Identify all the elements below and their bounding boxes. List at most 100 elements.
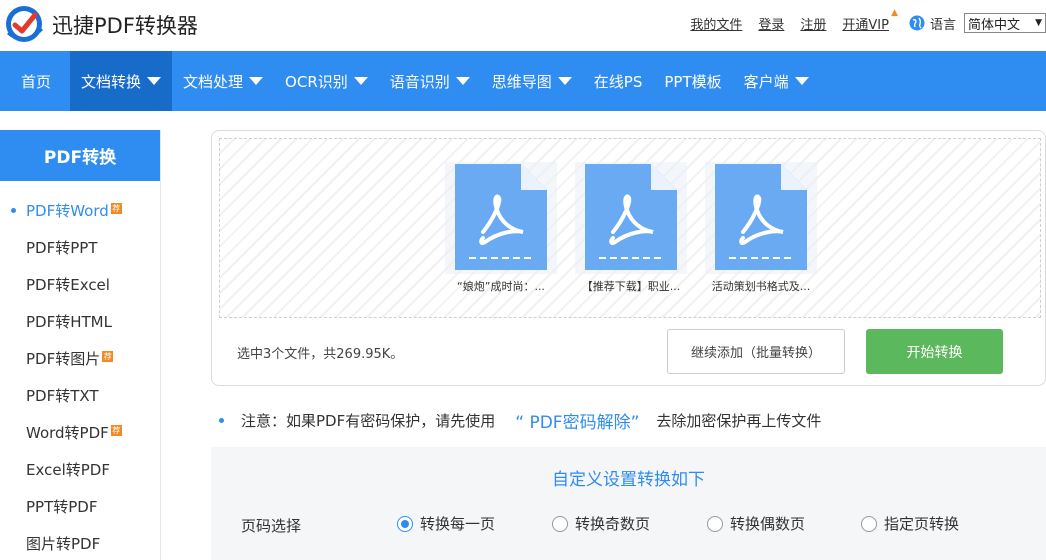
sidebar-item[interactable]: Word转PDF 荐 [0,414,160,451]
radio-specified-pages[interactable]: 指定页转换 [861,513,959,534]
vip-link-label: 开通VIP [842,17,889,33]
nav-item-label: 首页 [21,72,52,91]
radio-circle-icon [707,515,723,532]
sidebar-item[interactable]: Excel转PDF [0,451,160,488]
file-item[interactable]: 活动策划书格式及... [705,162,817,300]
sidebar-item[interactable]: 图片转PDF [0,525,160,560]
hot-badge-icon: 荐 [110,425,122,436]
sidebar-item-label: PDF转Word [26,202,109,220]
file-name: 【推荐下载】职业... [581,280,681,293]
nav-item-ppt-template[interactable]: PPT模板 [653,51,732,111]
radio-label: 转换每一页 [420,515,496,533]
sidebar: PDF转换 PDF转Word 荐 PDF转PPT PDF转Excel PDF转HTML P… [0,130,161,560]
sidebar-item-label: PDF转图片 [26,350,101,368]
hot-badge-icon: 荐 [102,351,114,362]
file-drop-zone[interactable]: “娘炮”成时尚：... 【推荐下载】职业... 活动策划书格式及... [219,138,1041,318]
radio-label: 指定页转换 [884,515,960,533]
caret-down-icon [794,77,809,85]
my-files-link[interactable]: 我的文件 [690,14,742,33]
nav-item-home[interactable]: 首页 [0,51,70,111]
caret-down-icon [353,77,368,85]
sidebar-item-label: PDF转HTML [26,313,112,331]
notice-prefix: 注意：如果PDF有密码保护，请先使用 [241,411,496,430]
radio-every-page[interactable]: 转换每一页 [397,513,495,534]
nav-item-label: 在线PS [593,72,643,91]
upload-panel: “娘炮”成时尚：... 【推荐下载】职业... 活动策划书格式及... 选中3个文件… [211,130,1046,386]
notice-suffix: 去除加密保护再上传文件 [656,411,822,430]
nav-item-label: OCR识别 [285,72,348,91]
radio-circle-icon [397,515,413,532]
selection-status: 选中3个文件，共269.95K。 [237,347,404,362]
sidebar-item[interactable]: PDF转图片荐 [0,340,160,377]
nav-item-online-ps[interactable]: 在线PS [583,51,654,111]
top-header: 迅捷PDF转换器 我的文件 登录 注册 开通VIP ▲ 语言 简体中文 ▼ [0,0,1046,50]
sidebar-item-label: Word转PDF [26,424,109,442]
register-link[interactable]: 注册 [800,14,826,33]
radio-even-pages[interactable]: 转换偶数页 [707,513,805,534]
sidebar-item-label: PDF转TXT [26,387,99,405]
language-select-value: 简体中文 [968,17,1021,33]
caret-down-icon [557,77,572,85]
pdf-unlock-link[interactable]: “ PDF密码解除” [515,408,639,433]
vip-link[interactable]: 开通VIP ▲ [842,8,898,33]
file-name: 活动策划书格式及... [711,280,811,293]
password-notice: 注意：如果PDF有密码保护，请先使用 “ PDF密码解除” 去除加密保护再上传文… [219,408,822,433]
caret-down-icon [249,77,264,85]
globe-icon [909,15,925,31]
file-item[interactable]: 【推荐下载】职业... [575,162,687,300]
dropdown-arrow-icon: ▼ [1035,18,1042,28]
pdf-file-icon [575,162,687,274]
active-dot [11,208,16,213]
bullet-dot [219,417,224,423]
caret-down-icon [455,77,470,85]
nav-item-ocr[interactable]: OCR识别 [274,51,379,111]
sidebar-title: PDF转换 [0,130,160,181]
custom-settings: 自定义设置转换如下 页码选择 转换每一页 转换奇数页 转换偶数页 指定页转换 [211,447,1046,560]
file-name: “娘炮”成时尚：... [457,280,545,293]
radio-circle-icon [861,515,877,532]
nav-item-label: 客户端 [743,72,789,91]
sidebar-item[interactable]: PPT转PDF [0,488,160,525]
caret-down-icon [147,77,162,85]
radio-label: 转换奇数页 [575,515,651,533]
nav-item-label: 文档转换 [81,72,142,91]
language-label: 语言 [929,17,956,33]
nav-item-label: PPT模板 [664,72,722,91]
language-select[interactable]: 简体中文 ▼ [964,13,1046,33]
sidebar-list: PDF转Word 荐 PDF转PPT PDF转Excel PDF转HTML PDF转图片荐… [0,181,160,560]
page-select-label: 页码选择 [241,517,302,535]
sidebar-item-label: PDF转PPT [26,239,98,257]
radio-label: 转换偶数页 [730,515,806,533]
sidebar-item-label: 图片转PDF [26,535,101,553]
nav-item-label: 语音识别 [389,72,450,91]
nav-item-document-process[interactable]: 文档处理 [172,51,274,111]
app-brand-title: 迅捷PDF转换器 [52,14,198,38]
sidebar-item[interactable]: PDF转PPT [0,229,160,266]
sidebar-item[interactable]: PDF转Word 荐 [0,192,160,229]
nav-item-client[interactable]: 客户端 [733,51,820,111]
radio-circle-icon [552,515,568,532]
sidebar-item[interactable]: PDF转HTML [0,303,160,340]
nav-item-label: 思维导图 [491,72,552,91]
sidebar-item-label: Excel转PDF [26,461,110,479]
file-item[interactable]: “娘炮”成时尚：... [445,162,557,300]
pdf-file-icon [445,162,557,274]
nav-item-speech[interactable]: 语音识别 [379,51,481,111]
hot-badge-icon: 荐 [110,203,122,214]
app-logo-icon [6,6,44,42]
start-convert-button[interactable]: 开始转换 [866,329,1003,374]
top-links: 我的文件 登录 注册 开通VIP ▲ 语言 简体中文 ▼ [690,8,1046,34]
continue-add-button[interactable]: 继续添加（批量转换） [667,329,845,374]
nav-item-document-convert[interactable]: 文档转换 [70,51,173,111]
settings-title: 自定义设置转换如下 [552,470,705,490]
sidebar-item-label: PDF转Excel [26,276,110,294]
sidebar-item[interactable]: PDF转Excel [0,266,160,303]
radio-odd-pages[interactable]: 转换奇数页 [552,513,650,534]
main-nav: 首页 文档转换 文档处理 OCR识别 语音识别 思维导图 在线PS PPT模板 客户端 [0,51,1046,111]
login-link[interactable]: 登录 [758,14,784,33]
pdf-file-icon [705,162,817,274]
sidebar-item[interactable]: PDF转TXT [0,377,160,414]
nav-item-label: 文档处理 [183,72,244,91]
nav-item-mind-map[interactable]: 思维导图 [481,51,583,111]
fire-icon: ▲ [891,7,898,18]
